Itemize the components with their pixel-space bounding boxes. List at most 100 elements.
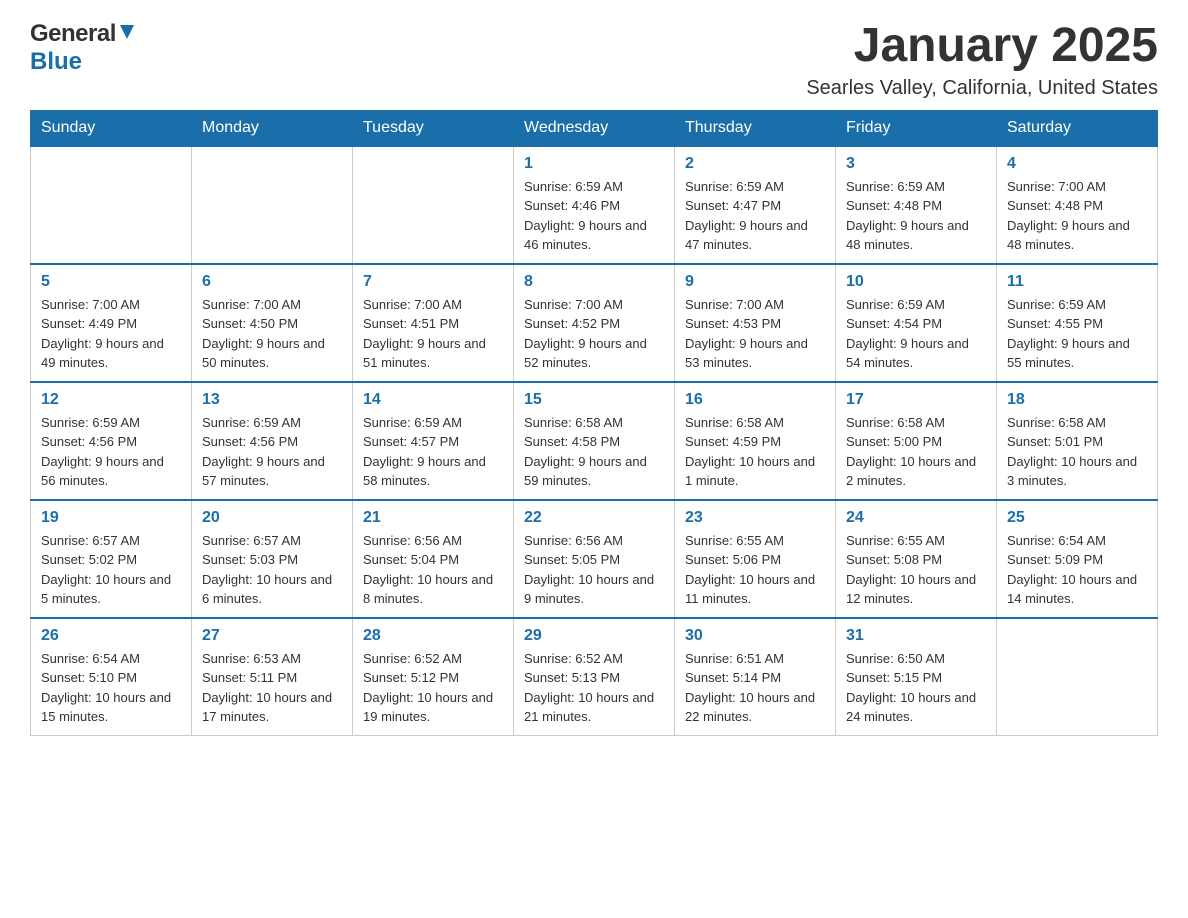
logo-arrow-icon: [118, 23, 136, 46]
calendar-cell: [353, 146, 514, 264]
day-number: 22: [524, 509, 664, 527]
day-number: 19: [41, 509, 181, 527]
calendar-cell: 21 Sunrise: 6:56 AM Sunset: 5:04 PM Dayli…: [353, 500, 514, 618]
calendar-cell: [31, 146, 192, 264]
calendar-cell: 19Sunrise: 6:57 AM Sunset: 5:02 PM Dayli…: [31, 500, 192, 618]
title-block: January 2025 Searles Valley, California,…: [806, 20, 1158, 100]
day-info: Sunrise: 7:00 AM Sunset: 4:51 PM Dayligh…: [363, 295, 503, 373]
day-number: 8: [524, 273, 664, 291]
calendar-cell: 11 Sunrise: 6:59 AM Sunset: 4:55 PM Dayli…: [997, 264, 1158, 382]
day-number: 24: [846, 509, 986, 527]
calendar-header: SundayMondayTuesdayWednesdayThursdayFrid…: [31, 110, 1158, 146]
calendar-cell: 16 Sunrise: 6:58 AM Sunset: 4:59 PM Dayli…: [675, 382, 836, 500]
day-info: Sunrise: 6:55 AM Sunset: 5:06 PM Dayligh…: [685, 531, 825, 609]
day-info: Sunrise: 6:57 AM Sunset: 5:03 PM Dayligh…: [202, 531, 342, 609]
calendar-week-row: 1 Sunrise: 6:59 AM Sunset: 4:46 PM Daylig…: [31, 146, 1158, 264]
day-number: 4: [1007, 155, 1147, 173]
logo-blue-text: Blue: [30, 48, 82, 75]
day-number: 7: [363, 273, 503, 291]
calendar-week-row: 26 Sunrise: 6:54 AM Sunset: 5:10 PM Dayli…: [31, 618, 1158, 736]
calendar-cell: 9Sunrise: 7:00 AM Sunset: 4:53 PM Daylig…: [675, 264, 836, 382]
calendar-day-header-saturday: Saturday: [997, 110, 1158, 146]
day-number: 16: [685, 391, 825, 409]
day-number: 1: [524, 155, 664, 173]
calendar-day-header-thursday: Thursday: [675, 110, 836, 146]
day-number: 6: [202, 273, 342, 291]
calendar-body: 1 Sunrise: 6:59 AM Sunset: 4:46 PM Daylig…: [31, 146, 1158, 736]
calendar-cell: 26 Sunrise: 6:54 AM Sunset: 5:10 PM Dayli…: [31, 618, 192, 736]
day-number: 26: [41, 627, 181, 645]
day-number: 21: [363, 509, 503, 527]
day-info: Sunrise: 6:59 AM Sunset: 4:47 PM Dayligh…: [685, 177, 825, 255]
day-number: 2: [685, 155, 825, 173]
calendar-cell: 29Sunrise: 6:52 AM Sunset: 5:13 PM Dayli…: [514, 618, 675, 736]
calendar-day-header-monday: Monday: [192, 110, 353, 146]
day-number: 11: [1007, 273, 1147, 291]
calendar-cell: 20 Sunrise: 6:57 AM Sunset: 5:03 PM Dayli…: [192, 500, 353, 618]
location-text: Searles Valley, California, United State…: [806, 77, 1158, 100]
logo-general-text: General: [30, 20, 116, 48]
day-number: 5: [41, 273, 181, 291]
day-info: Sunrise: 6:55 AM Sunset: 5:08 PM Dayligh…: [846, 531, 986, 609]
day-number: 17: [846, 391, 986, 409]
day-info: Sunrise: 6:59 AM Sunset: 4:54 PM Dayligh…: [846, 295, 986, 373]
calendar-cell: 12 Sunrise: 6:59 AM Sunset: 4:56 PM Dayli…: [31, 382, 192, 500]
day-info: Sunrise: 7:00 AM Sunset: 4:48 PM Dayligh…: [1007, 177, 1147, 255]
day-number: 12: [41, 391, 181, 409]
day-info: Sunrise: 6:59 AM Sunset: 4:55 PM Dayligh…: [1007, 295, 1147, 373]
day-number: 3: [846, 155, 986, 173]
calendar-cell: 23 Sunrise: 6:55 AM Sunset: 5:06 PM Dayli…: [675, 500, 836, 618]
calendar-cell: 7 Sunrise: 7:00 AM Sunset: 4:51 PM Daylig…: [353, 264, 514, 382]
calendar-cell: 2 Sunrise: 6:59 AM Sunset: 4:47 PM Daylig…: [675, 146, 836, 264]
calendar-cell: 1 Sunrise: 6:59 AM Sunset: 4:46 PM Daylig…: [514, 146, 675, 264]
calendar-table: SundayMondayTuesdayWednesdayThursdayFrid…: [30, 110, 1158, 736]
day-info: Sunrise: 6:50 AM Sunset: 5:15 PM Dayligh…: [846, 649, 986, 727]
calendar-cell: 22Sunrise: 6:56 AM Sunset: 5:05 PM Dayli…: [514, 500, 675, 618]
day-info: Sunrise: 6:58 AM Sunset: 4:58 PM Dayligh…: [524, 413, 664, 491]
calendar-day-header-tuesday: Tuesday: [353, 110, 514, 146]
calendar-cell: 18 Sunrise: 6:58 AM Sunset: 5:01 PM Dayli…: [997, 382, 1158, 500]
calendar-cell: 30Sunrise: 6:51 AM Sunset: 5:14 PM Dayli…: [675, 618, 836, 736]
day-info: Sunrise: 6:58 AM Sunset: 4:59 PM Dayligh…: [685, 413, 825, 491]
day-info: Sunrise: 6:56 AM Sunset: 5:04 PM Dayligh…: [363, 531, 503, 609]
day-info: Sunrise: 7:00 AM Sunset: 4:53 PM Dayligh…: [685, 295, 825, 373]
calendar-cell: 13Sunrise: 6:59 AM Sunset: 4:56 PM Dayli…: [192, 382, 353, 500]
day-number: 10: [846, 273, 986, 291]
day-info: Sunrise: 6:54 AM Sunset: 5:09 PM Dayligh…: [1007, 531, 1147, 609]
day-info: Sunrise: 6:59 AM Sunset: 4:56 PM Dayligh…: [41, 413, 181, 491]
calendar-cell: [997, 618, 1158, 736]
day-number: 18: [1007, 391, 1147, 409]
calendar-header-row: SundayMondayTuesdayWednesdayThursdayFrid…: [31, 110, 1158, 146]
day-info: Sunrise: 7:00 AM Sunset: 4:50 PM Dayligh…: [202, 295, 342, 373]
calendar-cell: 10 Sunrise: 6:59 AM Sunset: 4:54 PM Dayli…: [836, 264, 997, 382]
calendar-cell: 4 Sunrise: 7:00 AM Sunset: 4:48 PM Daylig…: [997, 146, 1158, 264]
day-info: Sunrise: 6:58 AM Sunset: 5:01 PM Dayligh…: [1007, 413, 1147, 491]
calendar-cell: 14 Sunrise: 6:59 AM Sunset: 4:57 PM Dayli…: [353, 382, 514, 500]
calendar-day-header-sunday: Sunday: [31, 110, 192, 146]
calendar-cell: 17Sunrise: 6:58 AM Sunset: 5:00 PM Dayli…: [836, 382, 997, 500]
logo: General Blue: [30, 20, 136, 76]
day-number: 23: [685, 509, 825, 527]
day-number: 14: [363, 391, 503, 409]
month-title: January 2025: [806, 20, 1158, 73]
calendar-week-row: 19Sunrise: 6:57 AM Sunset: 5:02 PM Dayli…: [31, 500, 1158, 618]
page-header: General Blue January 2025 Searles Valley…: [30, 20, 1158, 100]
calendar-cell: 8 Sunrise: 7:00 AM Sunset: 4:52 PM Daylig…: [514, 264, 675, 382]
day-number: 15: [524, 391, 664, 409]
day-number: 20: [202, 509, 342, 527]
calendar-cell: 15 Sunrise: 6:58 AM Sunset: 4:58 PM Dayli…: [514, 382, 675, 500]
calendar-cell: 6 Sunrise: 7:00 AM Sunset: 4:50 PM Daylig…: [192, 264, 353, 382]
calendar-day-header-wednesday: Wednesday: [514, 110, 675, 146]
day-info: Sunrise: 6:59 AM Sunset: 4:57 PM Dayligh…: [363, 413, 503, 491]
day-number: 29: [524, 627, 664, 645]
calendar-cell: 24 Sunrise: 6:55 AM Sunset: 5:08 PM Dayli…: [836, 500, 997, 618]
day-info: Sunrise: 6:54 AM Sunset: 5:10 PM Dayligh…: [41, 649, 181, 727]
day-info: Sunrise: 6:59 AM Sunset: 4:46 PM Dayligh…: [524, 177, 664, 255]
day-number: 27: [202, 627, 342, 645]
calendar-cell: 5Sunrise: 7:00 AM Sunset: 4:49 PM Daylig…: [31, 264, 192, 382]
day-number: 28: [363, 627, 503, 645]
day-number: 30: [685, 627, 825, 645]
day-info: Sunrise: 6:59 AM Sunset: 4:56 PM Dayligh…: [202, 413, 342, 491]
day-info: Sunrise: 6:52 AM Sunset: 5:12 PM Dayligh…: [363, 649, 503, 727]
day-info: Sunrise: 7:00 AM Sunset: 4:52 PM Dayligh…: [524, 295, 664, 373]
